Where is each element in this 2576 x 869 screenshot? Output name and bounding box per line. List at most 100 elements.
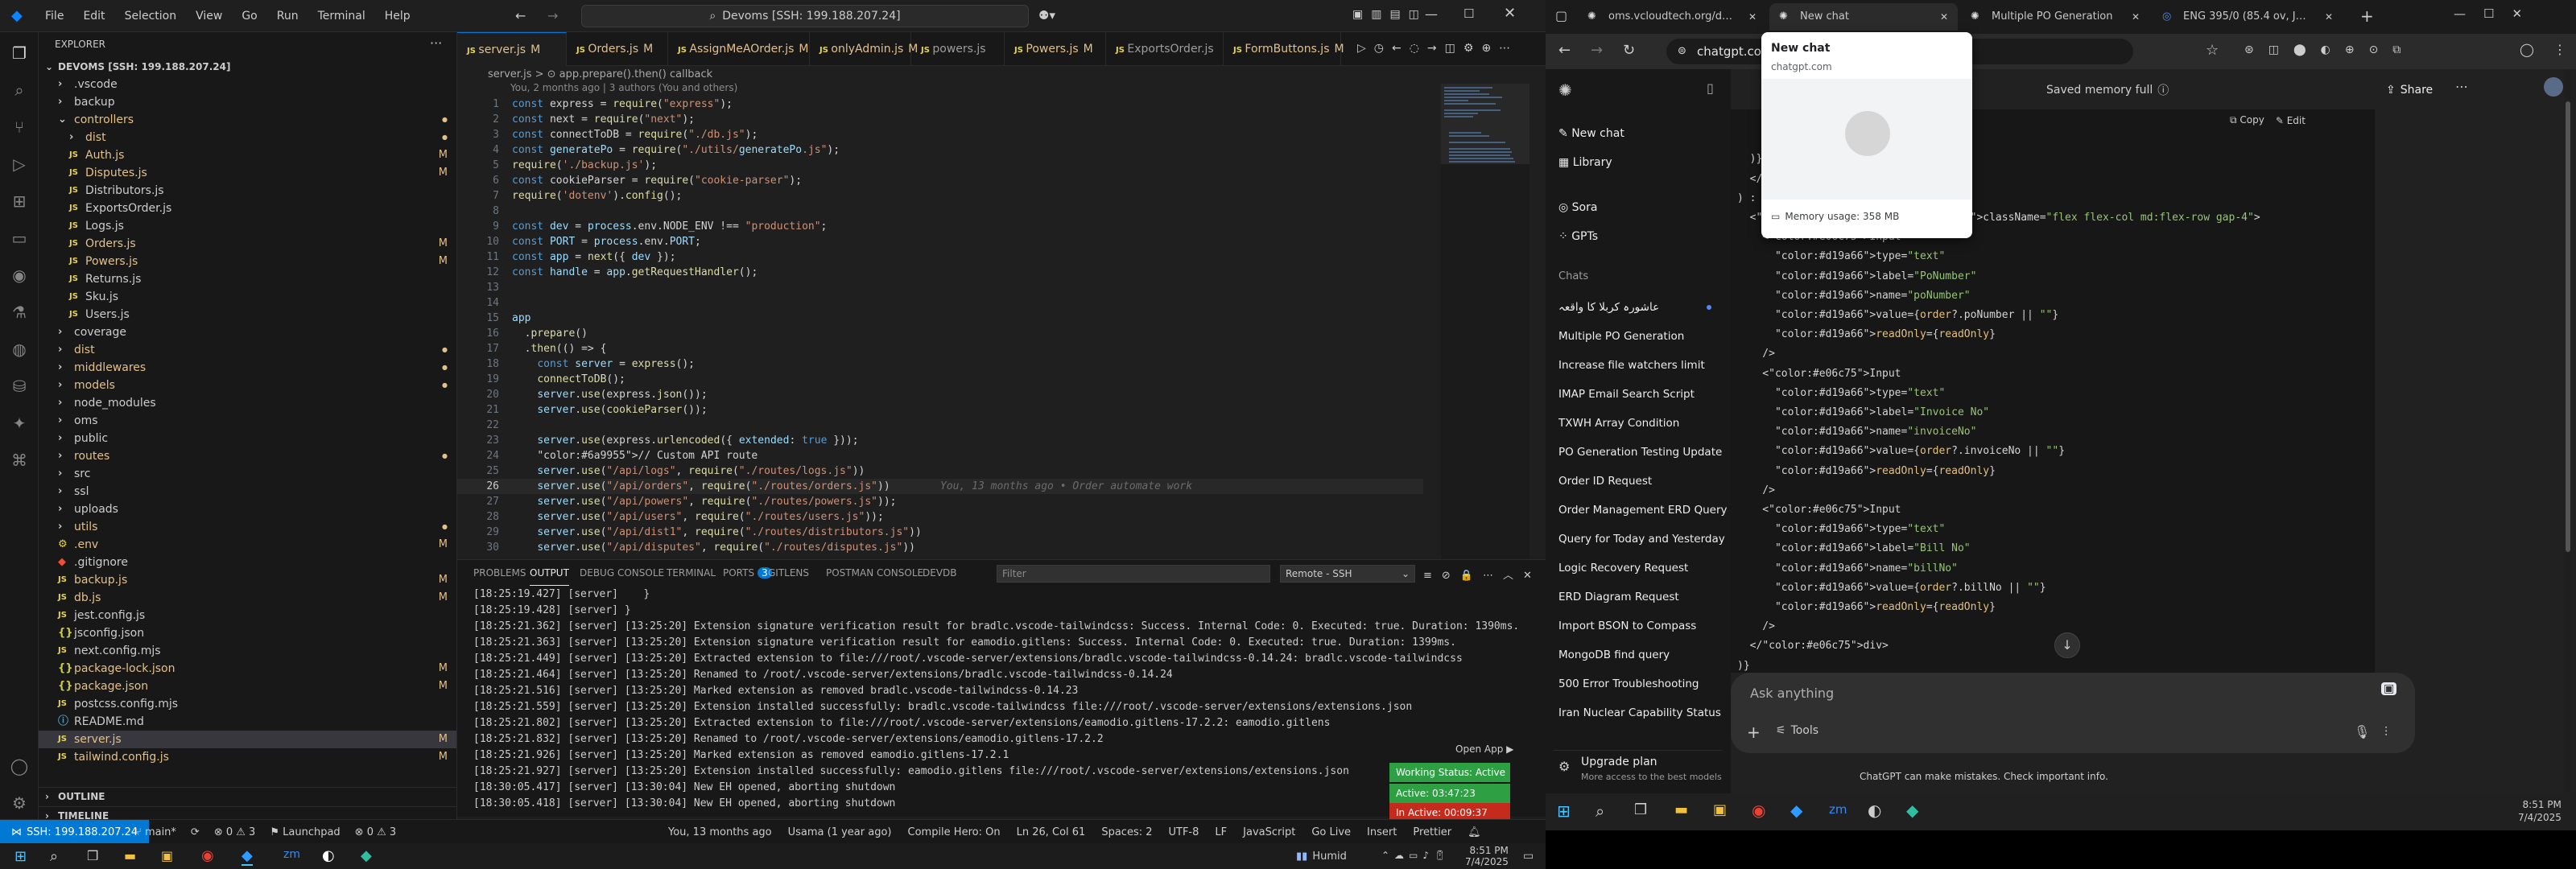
- minimize-icon[interactable]: —: [1425, 6, 1438, 22]
- code-line[interactable]: 3 const connectToDB = require("./db.js");: [457, 127, 1423, 142]
- taskbar-search-icon[interactable]: ⌕: [50, 848, 58, 865]
- bell-icon[interactable]: 🔔︎: [1468, 826, 1481, 838]
- tree-item-node-modules[interactable]: › node_modules: [39, 394, 456, 412]
- vscode-taskbar-icon[interactable]: ◆: [242, 847, 253, 866]
- tree-item-utils[interactable]: › utils ●: [39, 518, 456, 536]
- code-line[interactable]: "color:#d19a66">type="text": [1737, 385, 1945, 402]
- code-line[interactable]: "color:#d19a66">label="Bill No": [1737, 541, 1971, 557]
- code-line[interactable]: 23 server.use(express.urlencoded({ exten…: [457, 433, 1423, 448]
- menu-help[interactable]: Help: [375, 10, 420, 23]
- scroll-down-icon[interactable]: ↓: [2054, 632, 2080, 658]
- code-line[interactable]: 14: [457, 295, 1423, 311]
- code-line[interactable]: 28 server.use("/api/users", require("./r…: [457, 509, 1423, 525]
- code-line[interactable]: 12 const handle = app.getRequestHandler()…: [457, 265, 1423, 280]
- vscode-insiders-icon[interactable]: ◆: [361, 847, 372, 864]
- tree-item-exportsorder-js[interactable]: JS ExportsOrder.js: [39, 200, 456, 217]
- code-line[interactable]: 22: [457, 418, 1423, 433]
- voice-mode-icon[interactable]: ⫶: [2384, 724, 2388, 740]
- tab-server-js[interactable]: JS server.js M: [457, 32, 567, 66]
- output-line[interactable]: [18:25:21.927] [server] [13:25:20] Exten…: [473, 763, 1349, 780]
- tree-item-src[interactable]: › src: [39, 465, 456, 483]
- vscode-taskbar-icon[interactable]: ◆: [1790, 801, 1802, 820]
- tab-orders-js[interactable]: JS Orders.js M: [567, 32, 668, 66]
- bookmark-icon[interactable]: ☆: [2206, 42, 2219, 59]
- tree-item-dist[interactable]: › dist ●: [39, 129, 456, 146]
- indent-status[interactable]: Spaces: 2: [1101, 826, 1152, 838]
- output-line[interactable]: [18:25:21.926] [server] [13:25:20] Marke…: [473, 747, 1009, 764]
- scrollbar[interactable]: [2565, 69, 2571, 793]
- chat-history-item[interactable]: ERD Diagram Request: [1558, 586, 1728, 608]
- gear-icon[interactable]: ⚙: [10, 793, 29, 813]
- tree-item--gitignore[interactable]: ◆ .gitignore: [39, 554, 456, 571]
- account-icon[interactable]: ◯: [10, 756, 29, 776]
- tab-assignmeaorder-js[interactable]: JS AssignMeAOrder.js M: [668, 32, 810, 66]
- code-line[interactable]: "color:#d19a66">readOnly={readOnly}: [1737, 599, 1996, 616]
- chat-history-item[interactable]: Order ID Request: [1558, 470, 1728, 492]
- output-line[interactable]: [18:25:21.832] [server] [13:25:20] Renam…: [473, 731, 1104, 748]
- code-line[interactable]: 24 "color:#6a9955">// Custom API route: [457, 448, 1423, 463]
- back-icon[interactable]: ←: [1558, 42, 1571, 59]
- tree-item-middlewares[interactable]: › middlewares ●: [39, 359, 456, 377]
- remote-indicator[interactable]: ⋈ SSH: 199.188.207.24: [0, 820, 150, 844]
- code-line[interactable]: 18 const server = express();: [457, 356, 1423, 372]
- workspace-root[interactable]: ⌄ DEVOMS [SSH: 199.188.207.24]: [39, 58, 456, 76]
- code-line[interactable]: />: [1737, 619, 1775, 635]
- code-line[interactable]: />: [1737, 483, 1775, 499]
- code-line[interactable]: 11 const app = next({ dev });: [457, 249, 1423, 265]
- code-line[interactable]: 13: [457, 280, 1423, 295]
- chat-history-item[interactable]: TXWH Array Condition: [1558, 412, 1728, 434]
- tools-button[interactable]: ⚟ Tools: [1776, 724, 1818, 737]
- tab-powers-js[interactable]: JS Powers.js M: [1005, 32, 1106, 66]
- windows-start-icon[interactable]: ⊞: [1557, 801, 1571, 821]
- minimap[interactable]: [1441, 84, 1530, 559]
- chat-history-item[interactable]: عاشورہ کربلا کا واقعہ: [1558, 296, 1703, 319]
- code-line[interactable]: 5 require('./backup.js');: [457, 158, 1423, 173]
- breadcrumb[interactable]: server.js > ⊙ app.prepare().then() callb…: [457, 66, 1546, 84]
- output-line[interactable]: [18:25:19.427] [server] }: [473, 586, 650, 603]
- library-button[interactable]: ▦ Library: [1558, 151, 1612, 174]
- tree-item-server-js[interactable]: JS server.js M: [39, 731, 456, 748]
- tree-item-sku-js[interactable]: JS Sku.js: [39, 288, 456, 306]
- chrome-icon[interactable]: ◉: [201, 847, 214, 864]
- notification-icon[interactable]: ▭: [1523, 850, 1534, 863]
- panel-tab-output[interactable]: OUTPUT: [530, 560, 569, 586]
- code-line[interactable]: <"color:#e06c75">Input: [1737, 502, 1901, 518]
- code-line[interactable]: 8: [457, 204, 1423, 219]
- panel-tab-problems[interactable]: PROBLEMS: [473, 560, 526, 586]
- output-line[interactable]: [18:25:21.559] [server] [13:25:20] Exten…: [473, 698, 1412, 716]
- tree-item-tailwind-config-js[interactable]: JS tailwind.config.js M: [39, 748, 456, 766]
- code-line[interactable]: 1 const express = require("express");: [457, 97, 1423, 112]
- output-line[interactable]: [18:25:21.363] [server] [13:25:20] Exten…: [473, 634, 1456, 652]
- zoom-icon[interactable]: zm: [283, 848, 300, 861]
- tab-close-icon[interactable]: ✕: [2132, 3, 2140, 31]
- code-line[interactable]: <"color:#e06c75">Input: [1737, 366, 1901, 382]
- tool-icon[interactable]: ▣: [2381, 682, 2397, 695]
- tree-item-controllers[interactable]: ⌄ controllers ●: [39, 111, 456, 129]
- compile-hero-status[interactable]: Compile Hero: On: [908, 826, 1001, 838]
- close-icon[interactable]: ✕: [1504, 5, 1516, 22]
- tree-item-package-lock-json[interactable]: {} package-lock.json M: [39, 660, 456, 677]
- sync-icon[interactable]: ⟳: [191, 826, 200, 838]
- code-line[interactable]: 2 const next = require("next");: [457, 112, 1423, 127]
- chat-history-item[interactable]: Iran Nuclear Capability Status: [1558, 702, 1728, 724]
- task-view-icon[interactable]: ❒: [1634, 801, 1647, 818]
- code-line[interactable]: "color:#d19a66">label="PoNumber": [1737, 269, 1976, 285]
- command-center-search[interactable]: ⌕ Devoms [SSH: 199.188.207.24]: [581, 5, 1029, 27]
- extensions-icon[interactable]: ⊞: [10, 192, 29, 211]
- tab-formbuttons-js[interactable]: JS FormButtons.js M: [1224, 32, 1344, 66]
- chat-history-item[interactable]: IMAP Email Search Script: [1558, 383, 1728, 406]
- tab-close-icon[interactable]: ✕: [1748, 3, 1757, 31]
- output-line[interactable]: [18:25:21.449] [server] [13:25:20] Extra…: [473, 650, 1463, 668]
- reload-icon[interactable]: ↻: [1623, 42, 1635, 59]
- tree-item-distributors-js[interactable]: JS Distributors.js: [39, 182, 456, 200]
- tree-item-postcss-config-mjs[interactable]: JS postcss.config.mjs: [39, 695, 456, 713]
- tree-item-routes[interactable]: › routes ●: [39, 447, 456, 465]
- launchpad-status[interactable]: ⚑ Launchpad: [270, 826, 340, 838]
- code-line[interactable]: 20 server.use(express.json());: [457, 387, 1423, 402]
- close-sidebar-icon[interactable]: ▯: [1707, 80, 1714, 96]
- window-controls[interactable]: —☐✕: [2454, 6, 2540, 21]
- panel-tab-ports[interactable]: PORTS 3: [723, 560, 772, 586]
- system-tray-icons[interactable]: ⌃☁▭♪🔋︎: [1381, 850, 1451, 861]
- code-line[interactable]: "color:#d19a66">type="text": [1737, 521, 1945, 537]
- tab-close-icon[interactable]: ✕: [2325, 3, 2333, 31]
